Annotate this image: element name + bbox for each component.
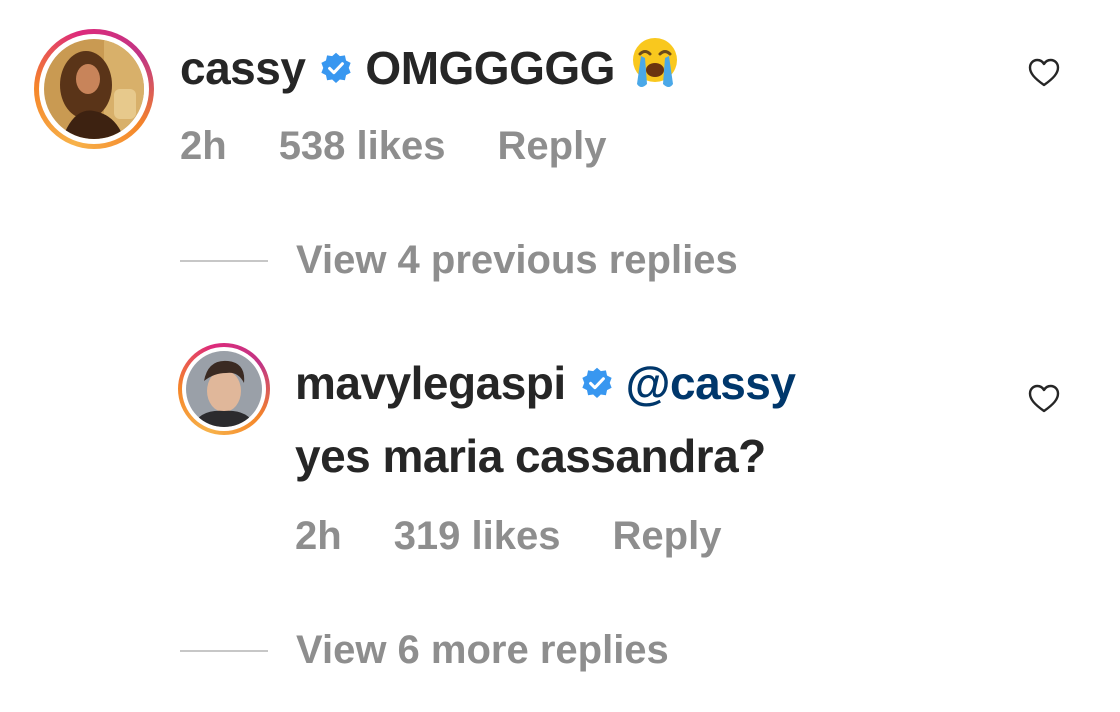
reply-meta: 2h 319 likes Reply — [295, 512, 773, 560]
avatar-ring-gap — [39, 34, 149, 144]
verified-badge-icon — [319, 41, 353, 97]
reply-line-1: mavylegaspi @cassy — [295, 355, 796, 418]
reply-text: yes maria cassandra? — [295, 430, 766, 482]
avatar-photo — [44, 39, 144, 139]
view-previous-replies[interactable]: View 4 previous replies — [180, 238, 738, 283]
avatar-cassy[interactable] — [34, 29, 154, 149]
verified-badge-icon — [580, 356, 614, 412]
view-more-replies-label[interactable]: View 6 more replies — [296, 628, 669, 673]
heart-icon[interactable] — [1028, 384, 1060, 419]
timestamp: 2h — [295, 514, 342, 558]
view-previous-replies-label[interactable]: View 4 previous replies — [296, 238, 738, 283]
likes-count[interactable]: 319 likes — [394, 514, 561, 558]
username[interactable]: mavylegaspi — [295, 357, 566, 409]
timestamp: 2h — [180, 124, 227, 168]
comment-meta: 2h 538 likes Reply — [180, 122, 658, 170]
avatar-ring-gap — [182, 347, 266, 431]
reply-button[interactable]: Reply — [498, 124, 607, 168]
loudly-crying-face-icon — [627, 34, 683, 102]
reply-button[interactable]: Reply — [613, 514, 722, 558]
comment-text: OMGGGGG — [365, 42, 615, 95]
view-more-replies[interactable]: View 6 more replies — [180, 628, 669, 673]
comment-line: cassy OMGGGGG — [180, 34, 683, 110]
reply-line-2: yes maria cassandra? — [295, 428, 766, 484]
thread-divider — [180, 649, 268, 652]
username[interactable]: cassy — [180, 42, 306, 94]
avatar-photo — [186, 351, 262, 427]
thread-divider — [180, 259, 268, 262]
heart-icon[interactable] — [1028, 58, 1060, 93]
mention-link[interactable]: @cassy — [626, 357, 796, 409]
avatar-mavylegaspi[interactable] — [178, 343, 270, 435]
likes-count[interactable]: 538 likes — [279, 124, 446, 168]
